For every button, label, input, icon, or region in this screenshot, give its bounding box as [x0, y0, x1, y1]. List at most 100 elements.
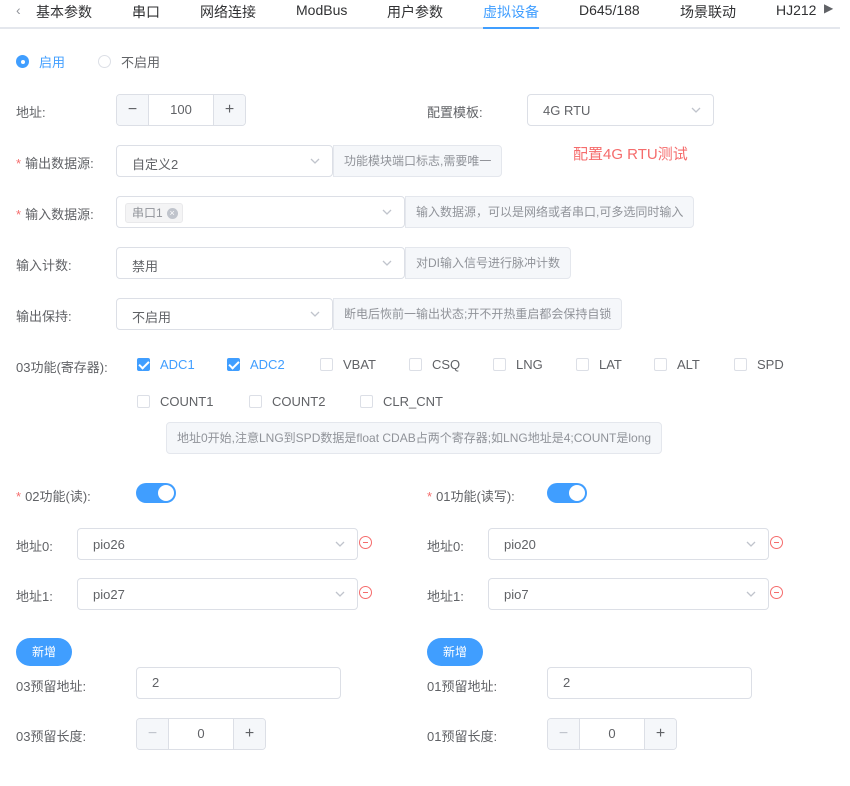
checkbox-lat[interactable]: LAT [576, 357, 622, 372]
func02-add-button[interactable]: 新增 [16, 638, 72, 666]
config-note: 配置4G RTU测试 [573, 146, 688, 163]
tab-d645[interactable]: D645/188 [579, 2, 640, 18]
radio-checked-icon [16, 55, 29, 68]
checkbox-icon [137, 395, 150, 408]
tag-close-icon[interactable]: × [166, 207, 178, 219]
chevron-down-icon [333, 587, 347, 601]
checkbox-icon [654, 358, 667, 371]
output-hold-select[interactable]: 不启用 [116, 298, 333, 330]
func01-reserve-len-stepper[interactable]: − 0 + [547, 718, 677, 750]
tab-bar: ‹ 基本参数 串口 网络连接 ModBus 用户参数 虚拟设备 D645/188… [0, 0, 840, 29]
func01-addr1-select[interactable]: pio7 [488, 578, 769, 610]
checkbox-icon [493, 358, 506, 371]
config-template-select[interactable]: 4G RTU [527, 94, 714, 126]
checkbox-clr-cnt[interactable]: CLR_CNT [360, 394, 443, 409]
checkbox-checked-icon [137, 358, 150, 371]
checkbox-csq[interactable]: CSQ [409, 357, 460, 372]
func01-add-button[interactable]: 新增 [427, 638, 483, 666]
output-source-select[interactable]: 自定义2 [116, 145, 333, 177]
func01-reserve-addr-label: 01预留地址: [427, 679, 498, 694]
output-hold-value: 不启用 [132, 310, 172, 325]
tab-user-params[interactable]: 用户参数 [387, 2, 443, 22]
decrement-button[interactable]: − [548, 719, 580, 749]
checkbox-adc1[interactable]: ADC1 [137, 357, 195, 372]
func01-reserve-addr-input[interactable]: 2 [547, 667, 752, 699]
disable-radio[interactable]: 不启用 [98, 52, 160, 71]
func02-reserve-len-stepper[interactable]: − 0 + [136, 718, 266, 750]
chevron-down-icon [689, 103, 703, 117]
output-hold-label: 输出保持: [16, 309, 72, 324]
remove-circle-icon[interactable] [359, 586, 372, 599]
output-source-value: 自定义2 [132, 157, 179, 172]
input-source-select[interactable]: 串口1 × [116, 196, 405, 228]
func01-reserve-len-label: 01预留长度: [427, 729, 498, 744]
checkbox-count2[interactable]: COUNT2 [249, 394, 325, 409]
func02-switch[interactable] [136, 483, 176, 503]
remove-circle-icon[interactable] [770, 586, 783, 599]
chevron-down-icon [744, 537, 758, 551]
tab-modbus[interactable]: ModBus [296, 2, 347, 18]
radio-disable-label: 不启用 [121, 55, 161, 70]
address-label: 地址: [16, 105, 46, 120]
func02-reserve-addr-input[interactable]: 2 [136, 667, 341, 699]
func01-switch[interactable] [547, 483, 587, 503]
checkbox-icon [576, 358, 589, 371]
tab-virtual-device[interactable]: 虚拟设备 [483, 2, 539, 22]
remove-circle-icon[interactable] [359, 536, 372, 549]
output-hold-hint: 断电后恢前一输出状态;开不开热重启都会保持自锁 [333, 298, 623, 330]
input-count-value: 禁用 [132, 259, 159, 274]
tab-next-icon[interactable]: ▶ [824, 1, 833, 15]
active-tab-indicator [483, 27, 539, 29]
tab-scene-linkage[interactable]: 场景联动 [680, 2, 736, 22]
func02-addr0-label: 地址0: [16, 539, 53, 554]
checkbox-vbat[interactable]: VBAT [320, 357, 376, 372]
checkbox-icon [249, 395, 262, 408]
func01-addr0-select[interactable]: pio20 [488, 528, 769, 560]
checkbox-icon [734, 358, 747, 371]
input-count-select[interactable]: 禁用 [116, 247, 405, 279]
checkbox-alt[interactable]: ALT [654, 357, 700, 372]
func03-hint: 地址0开始,注意LNG到SPD数据是float CDAB占两个寄存器;如LNG地… [166, 422, 663, 454]
input-count-label: 输入计数: [16, 258, 72, 273]
address-stepper[interactable]: − 100 + [116, 94, 246, 126]
checkbox-spd[interactable]: SPD [734, 357, 784, 372]
func02-addr1-value: pio27 [93, 587, 125, 602]
func02-reserve-len-value[interactable]: 0 [169, 719, 233, 749]
chevron-down-icon [333, 537, 347, 551]
func02-addr1-select[interactable]: pio27 [77, 578, 358, 610]
output-source-label: * 输出数据源: [16, 156, 94, 171]
increment-button[interactable]: + [644, 719, 676, 749]
radio-unchecked-icon [98, 55, 111, 68]
input-source-label: * 输入数据源: [16, 207, 94, 222]
input-count-hint: 对DI输入信号进行脉冲计数 [405, 247, 572, 279]
checkbox-count1[interactable]: COUNT1 [137, 394, 213, 409]
func01-addr1-label: 地址1: [427, 589, 464, 604]
tab-prev-icon[interactable]: ‹ [16, 2, 21, 18]
checkbox-checked-icon [227, 358, 240, 371]
chevron-down-icon [744, 587, 758, 601]
remove-circle-icon[interactable] [770, 536, 783, 549]
decrement-button[interactable]: − [137, 719, 169, 749]
tab-basic-params[interactable]: 基本参数 [36, 2, 92, 22]
checkbox-adc2[interactable]: ADC2 [227, 357, 285, 372]
chevron-down-icon [380, 256, 394, 270]
radio-enable-label: 启用 [39, 55, 66, 70]
decrement-button[interactable]: − [117, 95, 149, 125]
tab-serial[interactable]: 串口 [132, 2, 160, 22]
func02-addr0-select[interactable]: pio26 [77, 528, 358, 560]
checkbox-lng[interactable]: LNG [493, 357, 543, 372]
chevron-down-icon [308, 307, 322, 321]
increment-button[interactable]: + [213, 95, 245, 125]
input-source-tag: 串口1 × [125, 203, 183, 223]
func01-reserve-len-value[interactable]: 0 [580, 719, 644, 749]
checkbox-icon [360, 395, 373, 408]
increment-button[interactable]: + [233, 719, 265, 749]
address-value[interactable]: 100 [149, 95, 213, 125]
tab-network[interactable]: 网络连接 [200, 2, 256, 22]
func02-label: * 02功能(读): [16, 489, 91, 504]
config-template-value: 4G RTU [543, 103, 591, 118]
tab-hj212[interactable]: HJ212 [776, 2, 816, 18]
func01-label: * 01功能(读写): [427, 489, 515, 504]
enable-radio[interactable]: 启用 [16, 52, 65, 71]
func02-reserve-addr-label: 03预留地址: [16, 679, 87, 694]
